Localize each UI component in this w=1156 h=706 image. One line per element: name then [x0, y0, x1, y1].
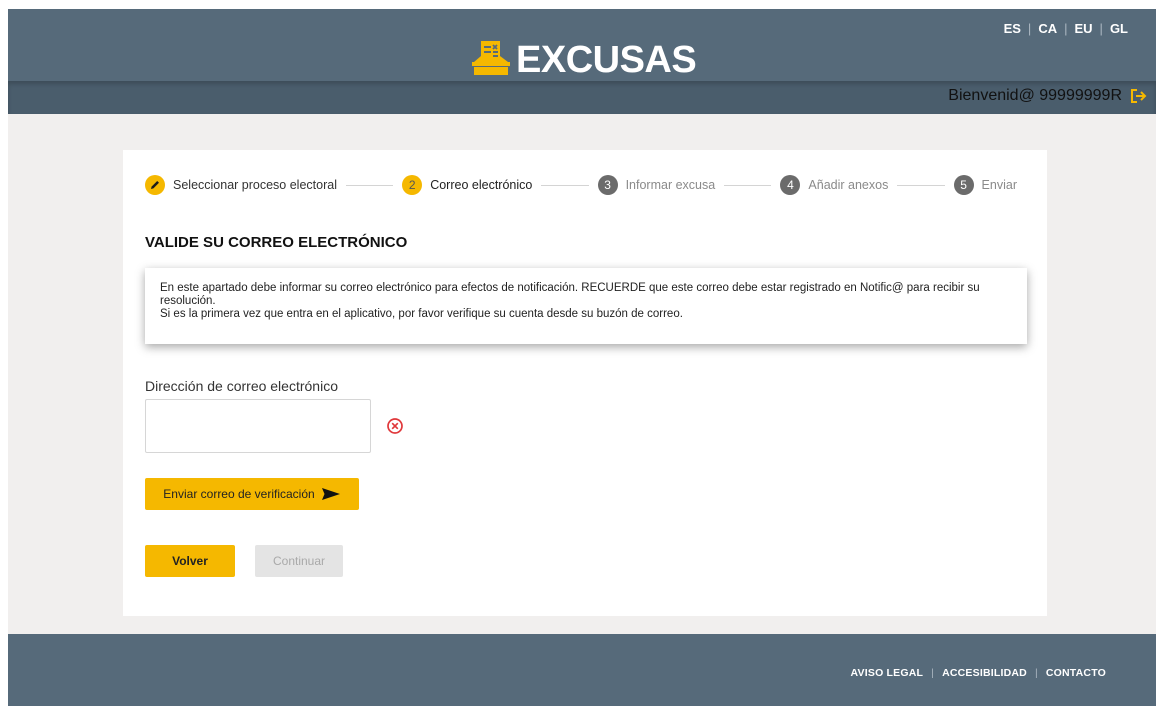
user-welcome: Bienvenid@ 99999999R — [948, 87, 1148, 105]
app-header: EXCUSAS ES | CA | EU | GL Bienvenid@ 999… — [8, 9, 1156, 114]
step-connector — [345, 184, 394, 186]
lang-separator: | — [1099, 21, 1103, 36]
page-title: VALIDE SU CORREO ELECTRÓNICO — [145, 234, 408, 251]
step-label: Añadir anexos — [808, 178, 889, 192]
step-number: 4 — [780, 175, 801, 195]
continue-button[interactable]: Continuar — [255, 545, 343, 577]
step-label: Seleccionar proceso electoral — [173, 178, 337, 192]
welcome-text: Bienvenid@ 99999999R — [948, 87, 1122, 104]
language-selector: ES | CA | EU | GL — [1004, 21, 1128, 36]
back-button[interactable]: Volver — [145, 545, 235, 577]
error-circle-x-icon — [386, 417, 404, 435]
step-number: 5 — [953, 175, 974, 195]
step-informar-excusa: 3 Informar excusa — [597, 175, 716, 195]
logout-icon[interactable] — [1130, 88, 1148, 104]
footer-link-accesibilidad[interactable]: ACCESIBILIDAD — [942, 667, 1027, 679]
lang-gl[interactable]: GL — [1110, 21, 1128, 36]
step-number: 2 — [402, 175, 423, 195]
page-frame: EXCUSAS ES | CA | EU | GL Bienvenid@ 999… — [8, 9, 1156, 706]
main-card: Seleccionar proceso electoral 2 Correo e… — [123, 150, 1047, 616]
step-anadir-anexos: 4 Añadir anexos — [780, 175, 888, 195]
send-arrow-icon — [321, 487, 341, 501]
lang-separator: | — [1027, 21, 1032, 36]
step-label: Correo electrónico — [430, 178, 533, 192]
step-connector — [724, 184, 772, 186]
step-correo: 2 Correo electrónico — [402, 175, 532, 195]
step-label: Informar excusa — [625, 178, 716, 192]
app-footer: AVISO LEGAL | ACCESIBILIDAD | CONTACTO — [8, 634, 1156, 706]
footer-links: AVISO LEGAL | ACCESIBILIDAD | CONTACTO — [851, 667, 1106, 679]
lang-separator: | — [1064, 21, 1068, 36]
email-field[interactable] — [145, 399, 371, 453]
footer-link-aviso-legal[interactable]: AVISO LEGAL — [851, 667, 924, 679]
info-notice: En este apartado debe informar su correo… — [145, 268, 1027, 344]
step-label: Enviar — [981, 178, 1017, 192]
notice-text-1: En este apartado debe informar su correo… — [160, 282, 980, 307]
lang-es[interactable]: ES — [1004, 21, 1021, 36]
pencil-icon — [145, 175, 165, 195]
lang-ca[interactable]: CA — [1038, 21, 1057, 36]
footer-separator: | — [931, 667, 935, 679]
step-enviar: 5 Enviar — [953, 175, 1017, 195]
send-verification-button[interactable]: Enviar correo de verificación — [145, 478, 359, 510]
step-connector — [897, 184, 945, 186]
step-number: 3 — [597, 175, 618, 195]
wizard-stepper: Seleccionar proceso electoral 2 Correo e… — [145, 173, 1017, 197]
send-button-label: Enviar correo de verificación — [163, 487, 315, 501]
notice-text-2: Si es la primera vez que entra en el apl… — [160, 308, 683, 320]
app-logo[interactable]: EXCUSAS — [470, 36, 697, 84]
step-connector — [541, 184, 589, 186]
email-label: Dirección de correo electrónico — [145, 378, 338, 394]
footer-link-contacto[interactable]: CONTACTO — [1046, 667, 1106, 679]
step-seleccionar-proceso[interactable]: Seleccionar proceso electoral — [145, 175, 337, 195]
footer-separator: | — [1034, 667, 1038, 679]
logo-text: EXCUSAS — [516, 38, 697, 81]
lang-eu[interactable]: EU — [1074, 21, 1092, 36]
ballot-box-icon — [470, 39, 512, 82]
